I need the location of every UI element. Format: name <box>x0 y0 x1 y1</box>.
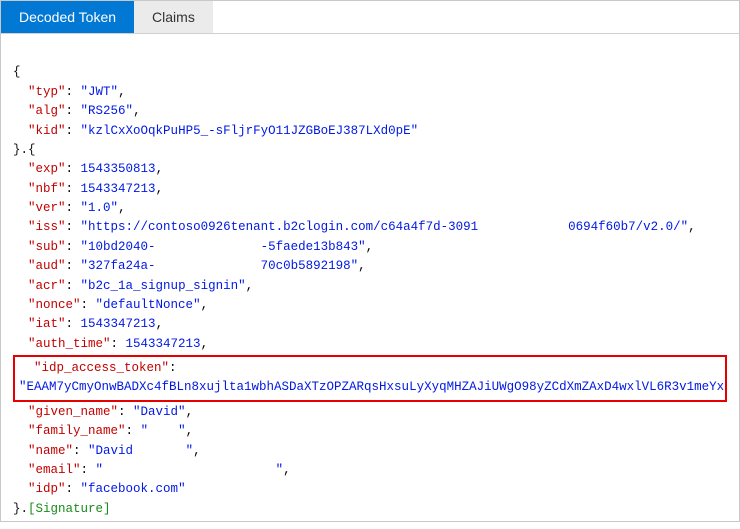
decoded-token-code: { "typ": "JWT", "alg": "RS256", "kid": "… <box>1 34 739 529</box>
tabs-bar: Decoded Token Claims <box>1 1 739 34</box>
idp-access-token-highlight: "idp_access_token": "EAAM7yCmyOnwBADXc4f… <box>13 355 727 402</box>
signature-placeholder: [Signature] <box>28 502 111 516</box>
tab-decoded-token[interactable]: Decoded Token <box>1 1 134 33</box>
tab-claims[interactable]: Claims <box>134 1 213 33</box>
